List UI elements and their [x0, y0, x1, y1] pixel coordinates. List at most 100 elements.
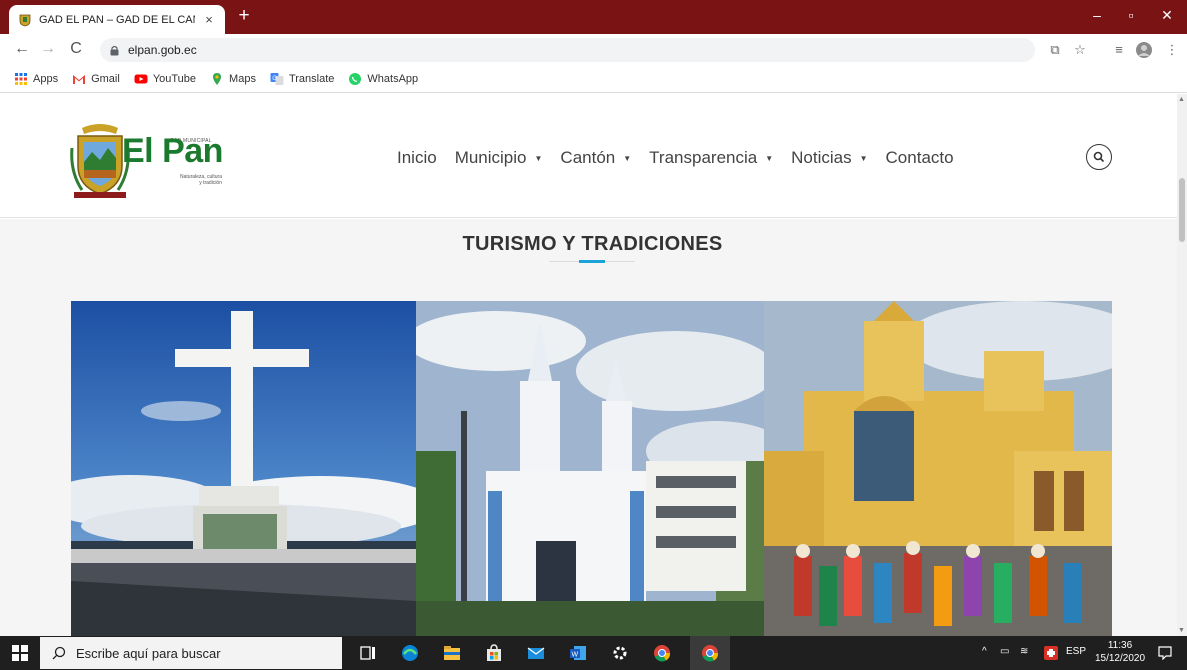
- site-favicon-icon: [19, 14, 31, 26]
- nav-item-contacto[interactable]: Contacto: [886, 148, 954, 168]
- language-indicator[interactable]: ESP: [1066, 646, 1086, 657]
- church-festival-image: [764, 301, 1112, 636]
- svg-text:G: G: [272, 76, 277, 82]
- profile-avatar[interactable]: [1135, 41, 1153, 64]
- caret-down-icon: ▼: [859, 153, 868, 163]
- translate-page-icon[interactable]: ⧉: [1046, 41, 1064, 59]
- caret-down-icon: ▼: [534, 153, 543, 163]
- logo-name: El Pan: [122, 132, 223, 170]
- caret-down-icon: ▼: [765, 153, 774, 163]
- church-image: [416, 301, 764, 636]
- gallery-photo-church[interactable]: [416, 301, 764, 636]
- nav-item-label: Noticias: [791, 148, 852, 167]
- back-arrow-icon[interactable]: ←: [11, 38, 33, 60]
- nav-item-municipio[interactable]: Municipio ▼: [455, 148, 543, 168]
- site-search-button[interactable]: [1086, 144, 1112, 170]
- gmail-icon: [73, 74, 86, 84]
- nav-item-label: Inicio: [397, 148, 437, 167]
- bookmark-whatsapp[interactable]: WhatsApp: [348, 72, 418, 86]
- nav-item-noticias[interactable]: Noticias ▼: [791, 148, 867, 168]
- chrome-icon[interactable]: [652, 643, 672, 663]
- antivirus-tray-icon[interactable]: [1044, 646, 1058, 660]
- clock-time: 11:36: [1107, 640, 1133, 651]
- browser-toolbar: ← → C elpan.gob.ec ⧉ ☆ ≡ ⋮: [0, 34, 1187, 65]
- battery-icon[interactable]: ▭: [1000, 646, 1009, 657]
- notifications-icon[interactable]: [1158, 646, 1172, 660]
- logo-tagline: Naturaleza, cultura y tradición: [162, 174, 222, 186]
- search-icon: [1093, 151, 1105, 163]
- minimize-button[interactable]: –: [1080, 4, 1114, 26]
- wifi-icon[interactable]: ≋: [1020, 646, 1028, 657]
- maximize-button[interactable]: ▫: [1114, 4, 1148, 26]
- page-viewport: GAD MUNICIPAL El Pan Naturaleza, cultura…: [0, 94, 1177, 636]
- nav-item-inicio[interactable]: Inicio: [397, 148, 437, 168]
- bookmark-youtube[interactable]: YouTube: [134, 72, 196, 86]
- bookmark-translate[interactable]: G Translate: [270, 72, 334, 86]
- close-window-button[interactable]: ✕: [1150, 4, 1184, 26]
- lock-icon: [110, 45, 119, 55]
- nav-item-label: Municipio: [454, 148, 527, 167]
- site-header: GAD MUNICIPAL El Pan Naturaleza, cultura…: [0, 94, 1177, 218]
- new-tab-button[interactable]: +: [234, 6, 254, 26]
- page-scrollbar[interactable]: ▲ ▼: [1177, 94, 1187, 636]
- apps-grid-icon: [15, 72, 27, 85]
- mail-icon[interactable]: [526, 643, 546, 663]
- taskbar-search-placeholder: Escribe aquí para buscar: [76, 645, 221, 661]
- reading-list-icon[interactable]: ≡: [1110, 41, 1128, 59]
- logo-tagline-line-2: y tradición: [199, 180, 222, 186]
- bookmark-label: YouTube: [152, 72, 197, 85]
- file-explorer-icon[interactable]: [442, 643, 462, 663]
- store-icon[interactable]: [484, 643, 504, 663]
- youtube-icon: [134, 74, 148, 83]
- scroll-down-arrow-icon[interactable]: ▼: [1178, 627, 1185, 634]
- browser-tab[interactable]: GAD EL PAN – GAD DE EL CANTÓ ×: [9, 5, 225, 34]
- nav-item-transparencia[interactable]: Transparencia ▼: [649, 148, 773, 168]
- url-text: elpan.gob.ec: [128, 43, 197, 57]
- title-accent-bar: [579, 260, 605, 263]
- gallery-photo-festival[interactable]: [764, 301, 1112, 636]
- windows-start-icon[interactable]: [12, 645, 28, 661]
- section-title: TURISMO Y TRADICIONES: [462, 233, 723, 255]
- system-clock[interactable]: 11:36 15/12/2020: [1092, 639, 1148, 665]
- bookmark-apps[interactable]: Apps: [14, 72, 58, 86]
- bookmark-label: Gmail: [91, 72, 120, 85]
- nav-item-label: Contacto: [885, 148, 954, 167]
- bookmark-label: Apps: [33, 72, 59, 85]
- tab-close-icon[interactable]: ×: [201, 12, 217, 27]
- whatsapp-icon: [349, 72, 362, 85]
- search-icon: [52, 646, 66, 660]
- word-icon[interactable]: W: [568, 643, 588, 663]
- gallery-photo-cross[interactable]: [71, 301, 416, 636]
- settings-gear-icon[interactable]: [610, 643, 630, 663]
- windows-taskbar: Escribe aquí para buscar W ^ ▭ ≋ ESP 11:…: [0, 636, 1187, 670]
- bookmark-star-icon[interactable]: ☆: [1071, 41, 1089, 59]
- tray-chevron-up-icon[interactable]: ^: [982, 646, 987, 657]
- photo-gallery: [71, 301, 1112, 636]
- edge-browser-icon[interactable]: [400, 643, 420, 663]
- browser-menu-icon[interactable]: ⋮: [1163, 41, 1181, 59]
- translate-icon: G: [270, 72, 284, 85]
- scroll-thumb[interactable]: [1179, 178, 1185, 242]
- site-logo[interactable]: GAD MUNICIPAL El Pan Naturaleza, cultura…: [70, 118, 240, 202]
- taskbar-search-box[interactable]: Escribe aquí para buscar: [40, 637, 342, 669]
- nav-item-label: Cantón: [560, 148, 616, 167]
- forward-arrow-icon[interactable]: →: [37, 38, 59, 60]
- reload-icon[interactable]: C: [65, 38, 87, 60]
- nav-item-canton[interactable]: Cantón ▼: [560, 148, 631, 168]
- coat-of-arms-icon: [70, 124, 130, 198]
- svg-text:W: W: [572, 652, 579, 659]
- bookmark-label: Translate: [288, 72, 335, 85]
- scroll-up-arrow-icon[interactable]: ▲: [1178, 96, 1185, 103]
- bookmark-maps[interactable]: Maps: [210, 72, 256, 86]
- address-bar[interactable]: elpan.gob.ec: [100, 38, 1035, 62]
- main-navigation: Inicio Municipio ▼ Cantón ▼ Transparenci…: [397, 148, 972, 168]
- tourism-section: TURISMO Y TRADICIONES: [0, 219, 1177, 636]
- bookmark-gmail[interactable]: Gmail: [72, 72, 120, 86]
- caret-down-icon: ▼: [623, 153, 632, 163]
- bookmark-label: Maps: [229, 72, 256, 85]
- bookmark-label: WhatsApp: [367, 72, 419, 85]
- cross-monument-image: [71, 301, 416, 636]
- clock-date: 15/12/2020: [1094, 653, 1146, 664]
- task-view-icon[interactable]: [358, 643, 378, 663]
- chrome-active-icon[interactable]: [700, 643, 720, 663]
